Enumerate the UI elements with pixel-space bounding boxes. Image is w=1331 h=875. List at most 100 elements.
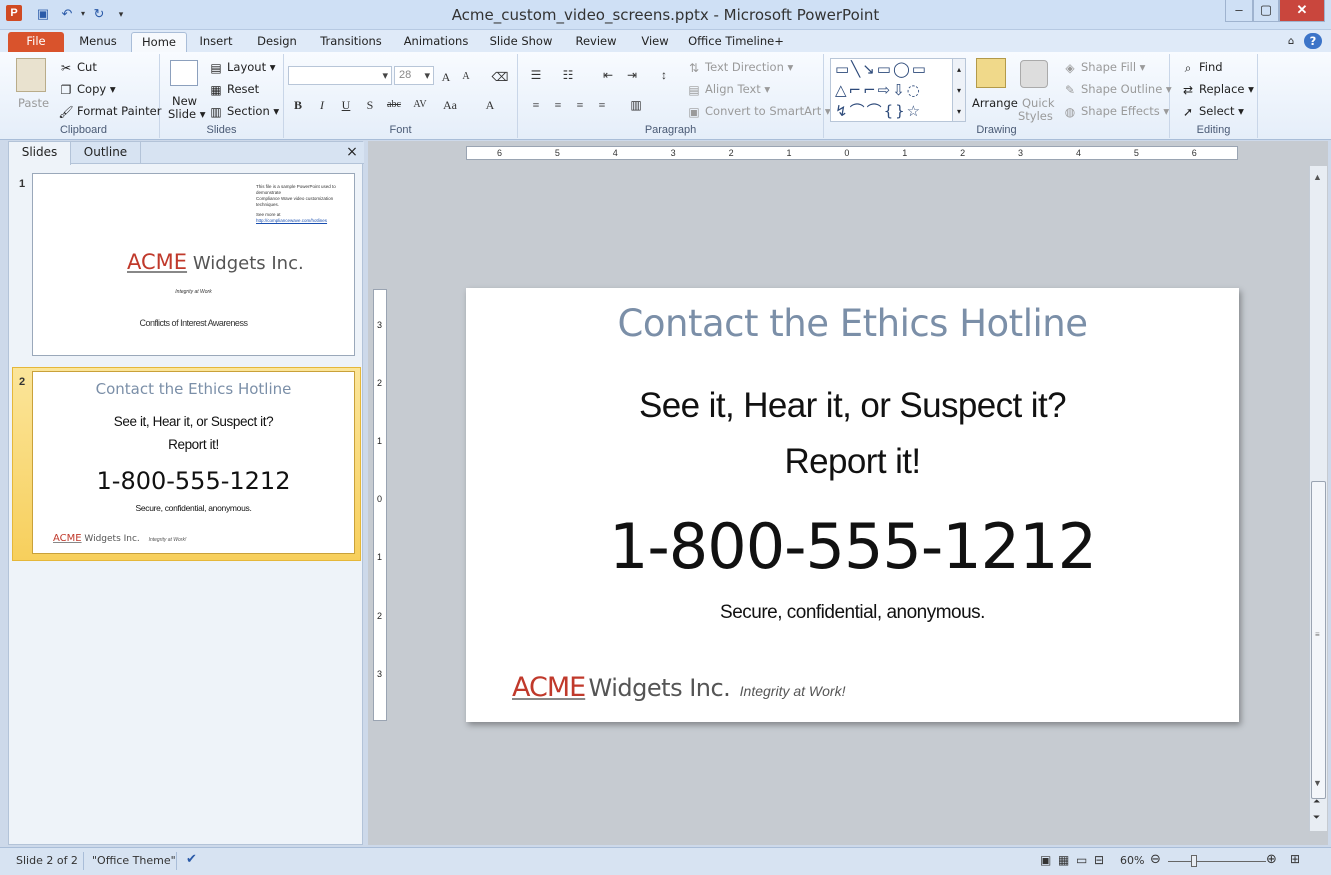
- change-case-icon[interactable]: Aa: [440, 96, 460, 114]
- tab-view[interactable]: View: [634, 32, 676, 52]
- tab-slide-show[interactable]: Slide Show: [484, 32, 558, 52]
- slide-title[interactable]: Contact the Ethics Hotline: [466, 302, 1239, 345]
- tab-office-timeline[interactable]: Office Timeline+: [686, 32, 786, 52]
- close-panel-icon[interactable]: ×: [343, 142, 361, 164]
- font-color-icon[interactable]: A: [480, 96, 500, 114]
- shrink-font-icon[interactable]: A: [456, 68, 476, 86]
- shapes-gallery-scroll[interactable]: ▴ ▾ ▾: [952, 58, 966, 122]
- horizontal-ruler[interactable]: 6 5 4 3 2 1 0 1 2 3 4 5 6: [466, 146, 1238, 160]
- slide-edit-area[interactable]: 6 5 4 3 2 1 0 1 2 3 4 5 6 3 2 1 0 1 2 3 Contact the Ethics…: [368, 141, 1328, 845]
- tab-file[interactable]: File: [8, 32, 64, 52]
- quick-styles-label-1[interactable]: Quick: [1022, 96, 1055, 110]
- line-spacing-icon[interactable]: ↕: [654, 66, 674, 84]
- arrange-icon[interactable]: [976, 58, 1006, 88]
- quick-styles-label-2[interactable]: Styles: [1018, 109, 1053, 123]
- slide-logo[interactable]: ACME Widgets Inc. Integrity at Work!: [512, 672, 845, 703]
- zoom-out-icon[interactable]: ⊖: [1150, 852, 1161, 867]
- slide-sorter-icon[interactable]: ▦: [1058, 853, 1069, 867]
- shape-fill-button[interactable]: ◈ Shape Fill ▾: [1062, 60, 1145, 75]
- slide-show-icon[interactable]: ⊟: [1094, 853, 1104, 867]
- format-painter-button[interactable]: 🖌 Format Painter: [58, 104, 161, 119]
- slide-secure-text[interactable]: Secure, confidential, anonymous.: [466, 602, 1239, 624]
- strikethrough-icon[interactable]: abc: [384, 96, 404, 114]
- zoom-level[interactable]: 60%: [1120, 854, 1144, 867]
- slide-1-thumbnail[interactable]: This file is a sample PowerPoint used to…: [32, 173, 355, 356]
- character-spacing-icon[interactable]: AV: [410, 96, 430, 114]
- arrange-button[interactable]: Arrange: [972, 96, 1018, 110]
- tab-transitions[interactable]: Transitions: [314, 32, 388, 52]
- scroll-thumb[interactable]: ≡: [1311, 481, 1326, 799]
- tab-home[interactable]: Home: [131, 32, 187, 52]
- slide-2-thumbnail[interactable]: Contact the Ethics Hotline See it, Hear …: [32, 371, 355, 554]
- select-button[interactable]: ➚ Select ▾: [1180, 104, 1244, 119]
- slide-canvas[interactable]: Contact the Ethics Hotline See it, Hear …: [466, 288, 1239, 722]
- maximize-button[interactable]: ▢: [1253, 0, 1279, 22]
- bold-icon[interactable]: B: [288, 96, 308, 114]
- scroll-down-icon[interactable]: ▼: [1313, 778, 1322, 788]
- copy-button[interactable]: ❐ Copy ▾: [58, 82, 116, 97]
- tab-slides-panel[interactable]: Slides: [9, 142, 71, 165]
- next-slide-icon[interactable]: ⏷: [1313, 812, 1320, 823]
- quick-styles-icon[interactable]: [1020, 60, 1048, 88]
- spelling-check-icon[interactable]: ✔: [186, 852, 197, 867]
- layout-button[interactable]: ▤ Layout ▾: [208, 60, 275, 75]
- help-icon[interactable]: ?: [1304, 33, 1322, 49]
- slide-line-1[interactable]: See it, Hear it, or Suspect it?: [466, 386, 1239, 426]
- clear-formatting-icon[interactable]: ⌫: [490, 68, 510, 86]
- reading-view-icon[interactable]: ▭: [1076, 853, 1087, 867]
- tab-review[interactable]: Review: [568, 32, 624, 52]
- font-name-combo[interactable]: ▾: [288, 66, 392, 85]
- shape-effects-button[interactable]: ◍ Shape Effects ▾: [1062, 104, 1169, 119]
- new-slide-icon[interactable]: [170, 60, 198, 86]
- tab-menus[interactable]: Menus: [70, 32, 126, 52]
- text-direction-button[interactable]: ⇅ Text Direction ▾: [686, 60, 793, 75]
- numbering-icon[interactable]: ☷: [558, 66, 578, 84]
- shapes-gallery[interactable]: ▭╲↘▭◯▭ △⌐⌐⇨⇩◌ ↯⌒⌒{}☆: [830, 58, 966, 122]
- minimize-ribbon-icon[interactable]: ⌂: [1282, 32, 1300, 52]
- align-right-icon[interactable]: ≡: [570, 96, 590, 114]
- justify-icon[interactable]: ≡: [592, 96, 612, 114]
- previous-slide-icon[interactable]: ⏶: [1313, 796, 1320, 807]
- font-size-combo[interactable]: 28 ▾: [394, 66, 434, 85]
- grow-font-icon[interactable]: A: [436, 68, 456, 86]
- convert-smartart-button[interactable]: ▣ Convert to SmartArt ▾: [686, 104, 830, 119]
- slide-1-note-link[interactable]: http://compliancewave.com/hotlines: [256, 218, 327, 223]
- minimize-button[interactable]: –: [1225, 0, 1253, 22]
- paste-icon[interactable]: [16, 58, 46, 92]
- zoom-in-icon[interactable]: ⊕: [1266, 852, 1277, 867]
- normal-view-icon[interactable]: ▣: [1040, 853, 1051, 867]
- align-left-icon[interactable]: ≡: [526, 96, 546, 114]
- slide-line-2[interactable]: Report it!: [466, 442, 1239, 482]
- underline-icon[interactable]: U: [336, 96, 356, 114]
- replace-button[interactable]: ⇄ Replace ▾: [1180, 82, 1254, 97]
- fit-to-window-icon[interactable]: ⊞: [1290, 852, 1300, 866]
- reset-button[interactable]: ▦ Reset: [208, 82, 259, 97]
- paste-button[interactable]: Paste: [18, 96, 49, 110]
- zoom-slider-thumb[interactable]: [1191, 855, 1197, 867]
- close-button[interactable]: ✕: [1279, 0, 1325, 22]
- shape-outline-button[interactable]: ✎ Shape Outline ▾: [1062, 82, 1172, 97]
- vertical-scrollbar[interactable]: ▲ ≡ ▼ ⏶ ⏷: [1309, 166, 1327, 831]
- vertical-ruler[interactable]: 3 2 1 0 1 2 3: [373, 289, 387, 721]
- tab-animations[interactable]: Animations: [398, 32, 474, 52]
- italic-icon[interactable]: I: [312, 96, 332, 114]
- increase-indent-icon[interactable]: ⇥: [622, 66, 642, 84]
- bullets-icon[interactable]: ☰: [526, 66, 546, 84]
- shadow-icon[interactable]: S: [360, 96, 380, 114]
- columns-icon[interactable]: ▥: [626, 96, 646, 114]
- align-center-icon[interactable]: ≡: [548, 96, 568, 114]
- cut-button[interactable]: ✂ Cut: [58, 60, 97, 75]
- tab-outline-panel[interactable]: Outline: [71, 142, 141, 164]
- scroll-up-icon[interactable]: ▲: [1313, 172, 1322, 182]
- slide-phone-number[interactable]: 1-800-555-1212: [466, 510, 1239, 583]
- tab-design[interactable]: Design: [250, 32, 304, 52]
- zoom-slider-track[interactable]: [1168, 861, 1266, 862]
- new-slide-label-1[interactable]: New: [172, 94, 197, 108]
- tab-insert[interactable]: Insert: [192, 32, 240, 52]
- scissors-icon: ✂: [60, 60, 72, 75]
- find-button[interactable]: ⌕ Find: [1180, 60, 1223, 75]
- decrease-indent-icon[interactable]: ⇤: [598, 66, 618, 84]
- align-text-button[interactable]: ▤ Align Text ▾: [686, 82, 770, 97]
- new-slide-label-2[interactable]: Slide ▾: [168, 107, 206, 121]
- section-button[interactable]: ▥ Section ▾: [208, 104, 279, 119]
